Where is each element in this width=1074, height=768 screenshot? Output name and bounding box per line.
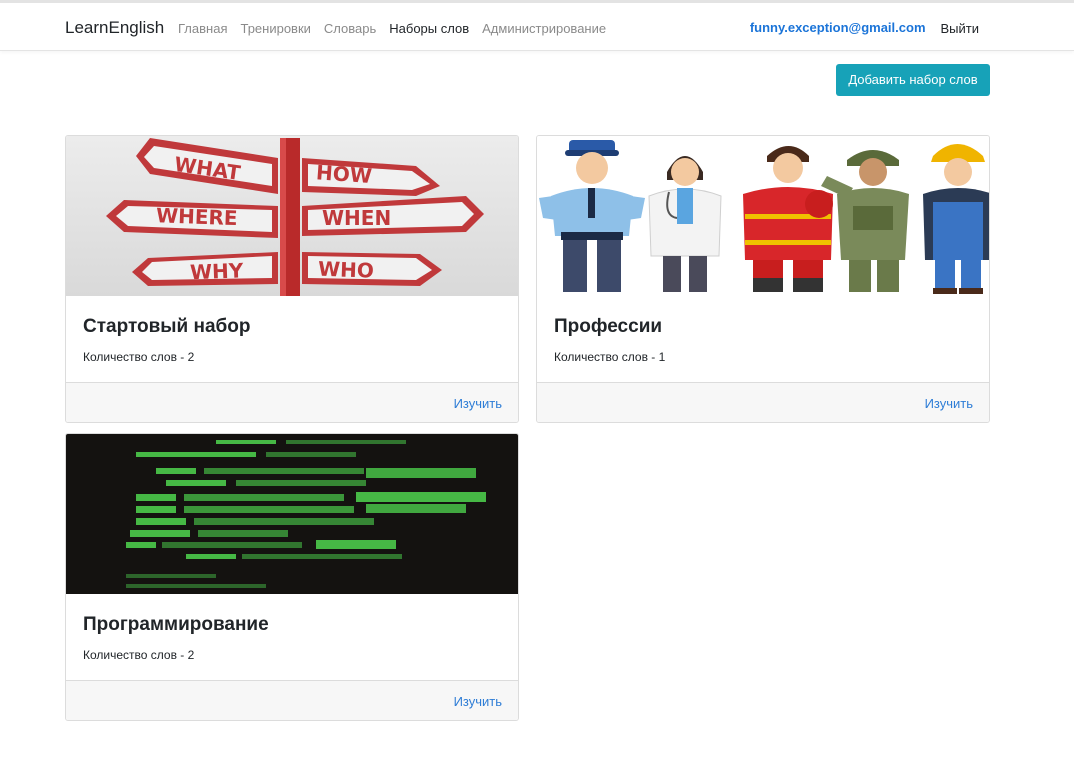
word-set-card: Профессии Количество слов - 1 Изучить bbox=[536, 135, 990, 423]
sign-label-who: WHO bbox=[318, 257, 375, 283]
card-image-code bbox=[66, 434, 518, 594]
nav-link-trainings[interactable]: Тренировки bbox=[240, 21, 310, 36]
word-set-card: Программирование Количество слов - 2 Изу… bbox=[65, 433, 519, 721]
logout-link[interactable]: Выйти bbox=[941, 21, 980, 36]
word-set-title: Профессии bbox=[554, 316, 663, 337]
study-link[interactable]: Изучить bbox=[454, 694, 502, 709]
word-set-title: Стартовый набор bbox=[83, 316, 251, 337]
nav-link-home[interactable]: Главная bbox=[178, 21, 227, 36]
study-link[interactable]: Изучить bbox=[925, 396, 973, 411]
user-email-link[interactable]: funny.exception@gmail.com bbox=[750, 20, 926, 35]
card-footer: Изучить bbox=[66, 680, 518, 720]
sign-label-how: HOW bbox=[315, 160, 372, 188]
add-word-set-button[interactable]: Добавить набор слов bbox=[836, 64, 990, 96]
card-image-signpost: WHAT HOW WHERE WHEN WHY WHO bbox=[66, 136, 518, 296]
nav-link-dictionary[interactable]: Словарь bbox=[324, 21, 376, 36]
sign-label-where: WHERE bbox=[156, 203, 238, 230]
word-count: Количество слов - 2 bbox=[83, 648, 195, 662]
word-count: Количество слов - 1 bbox=[554, 350, 666, 364]
sign-label-when: WHEN bbox=[322, 206, 391, 230]
nav-link-word-sets[interactable]: Наборы слов bbox=[389, 21, 469, 36]
card-image-professions bbox=[537, 136, 989, 296]
main-nav: Главная Тренировки Словарь Наборы слов А… bbox=[178, 21, 619, 36]
top-navbar: LearnEnglish Главная Тренировки Словарь … bbox=[0, 0, 1074, 51]
study-link[interactable]: Изучить bbox=[454, 396, 502, 411]
card-footer: Изучить bbox=[66, 382, 518, 422]
word-count: Количество слов - 2 bbox=[83, 350, 195, 364]
user-menu: funny.exception@gmail.com Выйти bbox=[750, 19, 979, 36]
nav-link-admin[interactable]: Администрирование bbox=[482, 21, 606, 36]
card-footer: Изучить bbox=[537, 382, 989, 422]
word-set-title: Программирование bbox=[83, 614, 269, 635]
sign-label-why: WHY bbox=[190, 258, 245, 284]
word-set-card: WHAT HOW WHERE WHEN WHY WHO Стартовый на… bbox=[65, 135, 519, 423]
brand-logo[interactable]: LearnEnglish bbox=[65, 18, 164, 38]
